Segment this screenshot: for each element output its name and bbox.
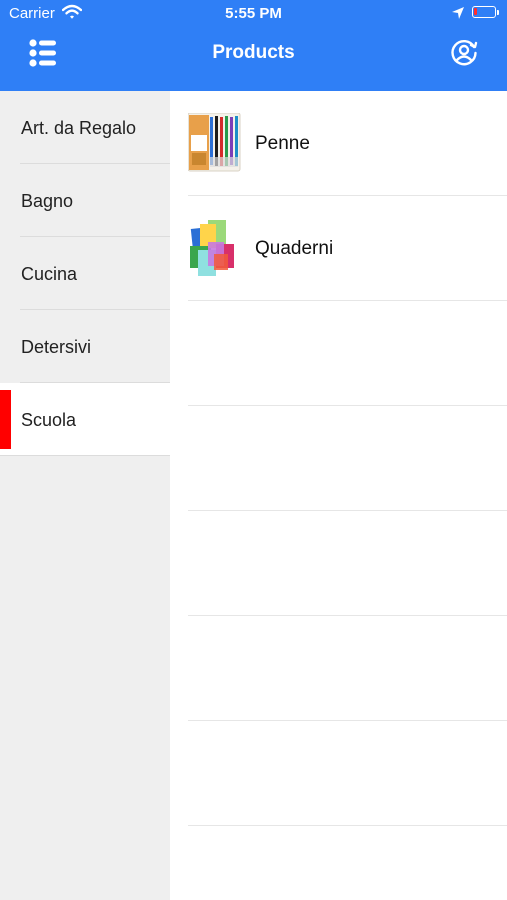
active-indicator <box>0 390 11 449</box>
sidebar-item-label: Bagno <box>21 191 74 211</box>
sidebar-item-detersivi[interactable]: Detersivi <box>20 310 170 383</box>
empty-row <box>188 616 507 721</box>
notebooks-image <box>188 218 242 278</box>
sidebar-item-label: Art. da Regalo <box>21 118 137 138</box>
empty-row <box>188 721 507 826</box>
battery-cap <box>497 10 499 15</box>
empty-row <box>188 301 507 406</box>
pens-pack-image <box>187 112 242 173</box>
sidebar-item-label: Scuola <box>21 410 77 430</box>
list-item-quaderni[interactable]: Quaderni <box>188 196 507 301</box>
page-title: Products <box>212 42 295 63</box>
profile-button[interactable] <box>449 38 479 68</box>
top-bar: Carrier 5:55 PM Products <box>0 0 507 91</box>
product-label: Penne <box>255 133 310 154</box>
sidebar-item-label: Cucina <box>21 264 78 284</box>
status-bar: Carrier 5:55 PM <box>0 0 507 28</box>
product-list: Penne Quaderni <box>170 91 507 900</box>
list-item-penne[interactable]: Penne <box>187 91 507 196</box>
sidebar-item-label: Detersivi <box>21 337 92 357</box>
empty-row <box>188 511 507 616</box>
battery-icon <box>472 6 496 18</box>
location-arrow-icon <box>451 6 465 24</box>
sidebar-item-art-da-regalo[interactable]: Art. da Regalo <box>20 91 170 164</box>
sidebar-item-bagno[interactable]: Bagno <box>20 164 170 237</box>
product-label: Quaderni <box>255 238 334 259</box>
sidebar-item-cucina[interactable]: Cucina <box>20 237 170 310</box>
sidebar-item-scuola[interactable]: Scuola <box>0 383 170 456</box>
empty-row <box>188 406 507 511</box>
clock: 5:55 PM <box>225 5 282 22</box>
category-sidebar: Art. da Regalo Bagno Cucina Detersivi Sc… <box>0 91 170 900</box>
user-circle-icon <box>451 40 478 66</box>
